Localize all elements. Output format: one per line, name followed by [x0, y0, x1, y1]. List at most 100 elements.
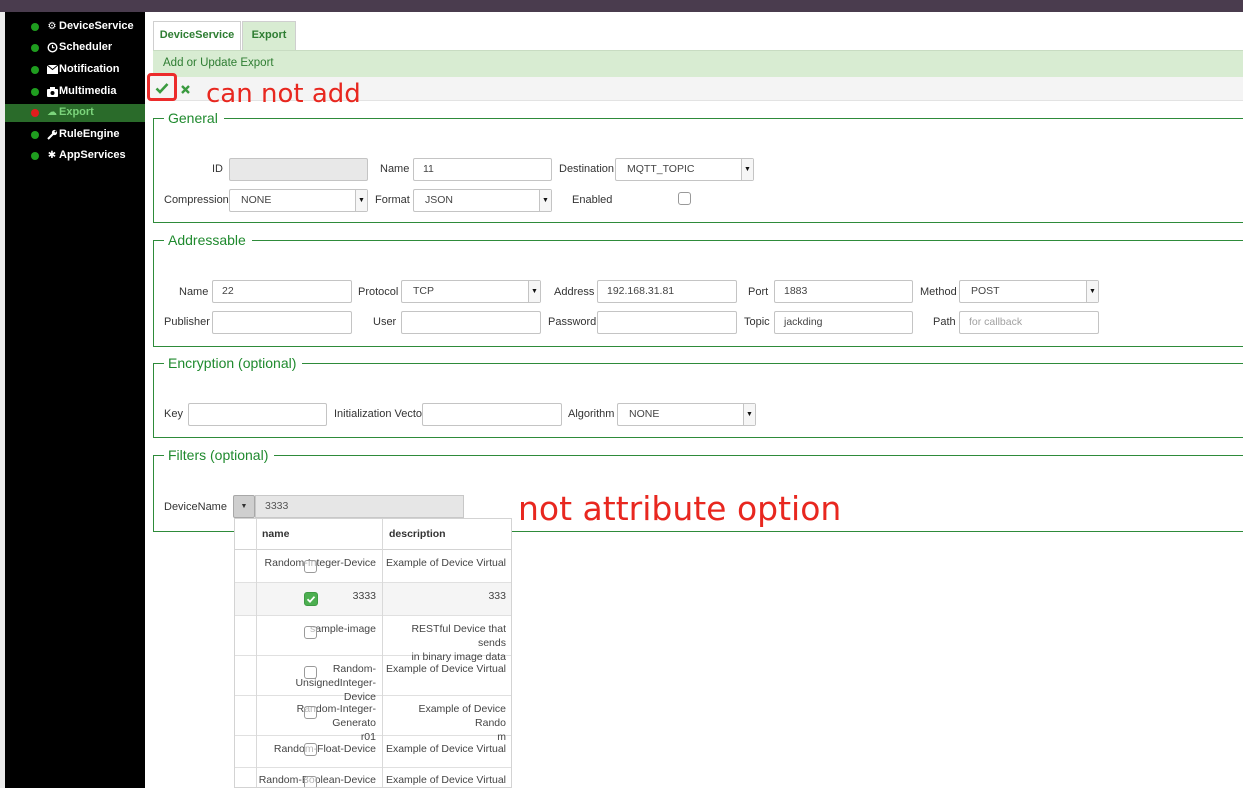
check-icon — [155, 83, 169, 94]
device-description-cell: 333 — [488, 590, 506, 602]
iv-field[interactable] — [422, 403, 562, 426]
tab-deviceservice[interactable]: DeviceService — [153, 21, 241, 50]
device-description-cell: Example of Device Virtual — [385, 743, 506, 755]
chevron-down-icon: ▼ — [1086, 281, 1098, 302]
key-field[interactable] — [188, 403, 327, 426]
row-checkbox[interactable] — [304, 776, 317, 787]
row-checkbox[interactable] — [304, 743, 317, 756]
sidebar: ⚙ DeviceService Scheduler Notification M… — [5, 12, 145, 788]
table-row[interactable]: sample-image RESTful Device that sends in… — [235, 616, 511, 663]
tab-export[interactable]: Export — [242, 21, 296, 50]
chevron-down-icon: ▼ — [539, 190, 551, 211]
sidebar-item-label: AppServices — [59, 149, 126, 161]
camera-icon — [46, 85, 58, 98]
table-row[interactable]: Random-Integer-Generato r01 Example of De… — [235, 696, 511, 743]
algorithm-select[interactable]: NONE ▼ — [617, 403, 756, 426]
table-row[interactable]: Random-Boolean-Device Example of Device … — [235, 768, 511, 787]
row-checkbox[interactable] — [304, 560, 317, 573]
clock-icon — [46, 41, 58, 54]
row-select-cell[interactable] — [235, 696, 256, 735]
row-select-cell[interactable] — [235, 583, 256, 615]
protocol-label: Protocol — [358, 286, 399, 298]
protocol-select[interactable]: TCP ▼ — [401, 280, 541, 303]
save-button[interactable] — [147, 73, 177, 101]
column-header-description[interactable]: description — [389, 528, 446, 540]
method-select[interactable]: POST ▼ — [959, 280, 1099, 303]
row-checkbox[interactable] — [304, 626, 317, 639]
table-row[interactable]: Random-UnsignedInteger- Device Example of… — [235, 656, 511, 703]
devicename-dropdown-button[interactable]: ▼ — [233, 495, 255, 518]
algorithm-value: NONE — [629, 408, 660, 420]
destination-select[interactable]: MQTT_TOPIC ▼ — [615, 158, 754, 181]
status-dot — [31, 44, 39, 52]
port-field[interactable]: 1883 — [774, 280, 913, 303]
row-checkbox[interactable] — [304, 706, 317, 719]
compression-select[interactable]: NONE ▼ — [229, 189, 368, 212]
key-label: Key — [164, 408, 183, 420]
protocol-value: TCP — [413, 285, 434, 297]
format-value: JSON — [425, 194, 454, 206]
id-field[interactable] — [229, 158, 368, 181]
topic-field[interactable]: jackding — [774, 311, 913, 334]
row-checkbox-checked[interactable] — [304, 592, 318, 606]
port-label: Port — [748, 286, 769, 298]
name-field[interactable]: 11 — [413, 158, 552, 181]
column-header-name[interactable]: name — [262, 528, 289, 540]
row-select-cell[interactable] — [235, 736, 256, 767]
method-value: POST — [971, 285, 1000, 297]
sidebar-item-label: Multimedia — [59, 85, 117, 97]
status-dot — [31, 131, 39, 139]
sidebar-item-scheduler[interactable]: Scheduler — [5, 39, 145, 57]
status-dot — [31, 88, 39, 96]
publisher-label: Publisher — [164, 316, 210, 328]
row-select-cell[interactable] — [235, 656, 256, 695]
gears-icon: ⚙ — [47, 21, 57, 32]
row-checkbox[interactable] — [304, 666, 317, 679]
chevron-down-icon: ▼ — [743, 404, 755, 425]
password-field[interactable] — [597, 311, 737, 334]
row-select-cell[interactable] — [235, 616, 256, 655]
user-label: User — [373, 316, 397, 328]
row-select-cell[interactable] — [235, 550, 256, 582]
devicename-combo-input[interactable]: 3333 — [255, 495, 464, 518]
format-select[interactable]: JSON ▼ — [413, 189, 552, 212]
topic-label: Topic — [744, 316, 770, 328]
algorithm-label: Algorithm — [568, 408, 615, 420]
password-label: Password — [548, 316, 597, 328]
row-select-cell[interactable] — [235, 768, 256, 787]
sidebar-item-appservices[interactable]: ✱ AppServices — [5, 147, 145, 165]
table-row[interactable]: 3333 333 — [235, 583, 511, 616]
address-field[interactable]: 192.168.31.81 — [597, 280, 737, 303]
encryption-section: Encryption (optional) — [153, 355, 1243, 438]
path-field[interactable]: for callback — [959, 311, 1099, 334]
check-icon — [306, 596, 316, 604]
user-field[interactable] — [401, 311, 541, 334]
sidebar-item-label: Export — [59, 106, 94, 118]
table-row[interactable]: Random-Float-Device Example of Device Vi… — [235, 736, 511, 768]
sidebar-item-deviceservice[interactable]: ⚙ DeviceService — [5, 18, 145, 36]
addr-name-field[interactable]: 22 — [212, 280, 352, 303]
cancel-button[interactable] — [178, 81, 192, 97]
annotation-not-attribute-option: not attribute option — [518, 489, 842, 528]
status-dot — [31, 109, 39, 117]
grid-divider — [382, 519, 383, 787]
enabled-checkbox[interactable] — [678, 192, 691, 205]
id-label: ID — [212, 163, 223, 175]
filters-legend: Filters (optional) — [164, 447, 275, 464]
sidebar-item-notification[interactable]: Notification — [5, 61, 145, 79]
devicename-label: DeviceName — [164, 501, 227, 513]
status-dot — [31, 152, 39, 160]
chevron-down-icon: ▼ — [240, 503, 248, 510]
grid-divider — [256, 519, 257, 787]
publisher-field[interactable] — [212, 311, 352, 334]
chevron-down-icon: ▼ — [355, 190, 367, 211]
iv-label: Initialization Vector — [334, 408, 426, 420]
sidebar-item-ruleengine[interactable]: RuleEngine — [5, 126, 145, 144]
device-grid: name description Random-Integer-Device E… — [234, 518, 512, 788]
addressable-legend: Addressable — [164, 232, 252, 249]
sidebar-item-multimedia[interactable]: Multimedia — [5, 83, 145, 101]
table-row[interactable]: Random-Integer-Device Example of Device … — [235, 550, 511, 583]
sidebar-item-export[interactable]: ☁ Export — [5, 104, 145, 122]
annotation-can-not-add: can not add — [206, 79, 361, 109]
panel-header: Add or Update Export — [153, 50, 1243, 77]
